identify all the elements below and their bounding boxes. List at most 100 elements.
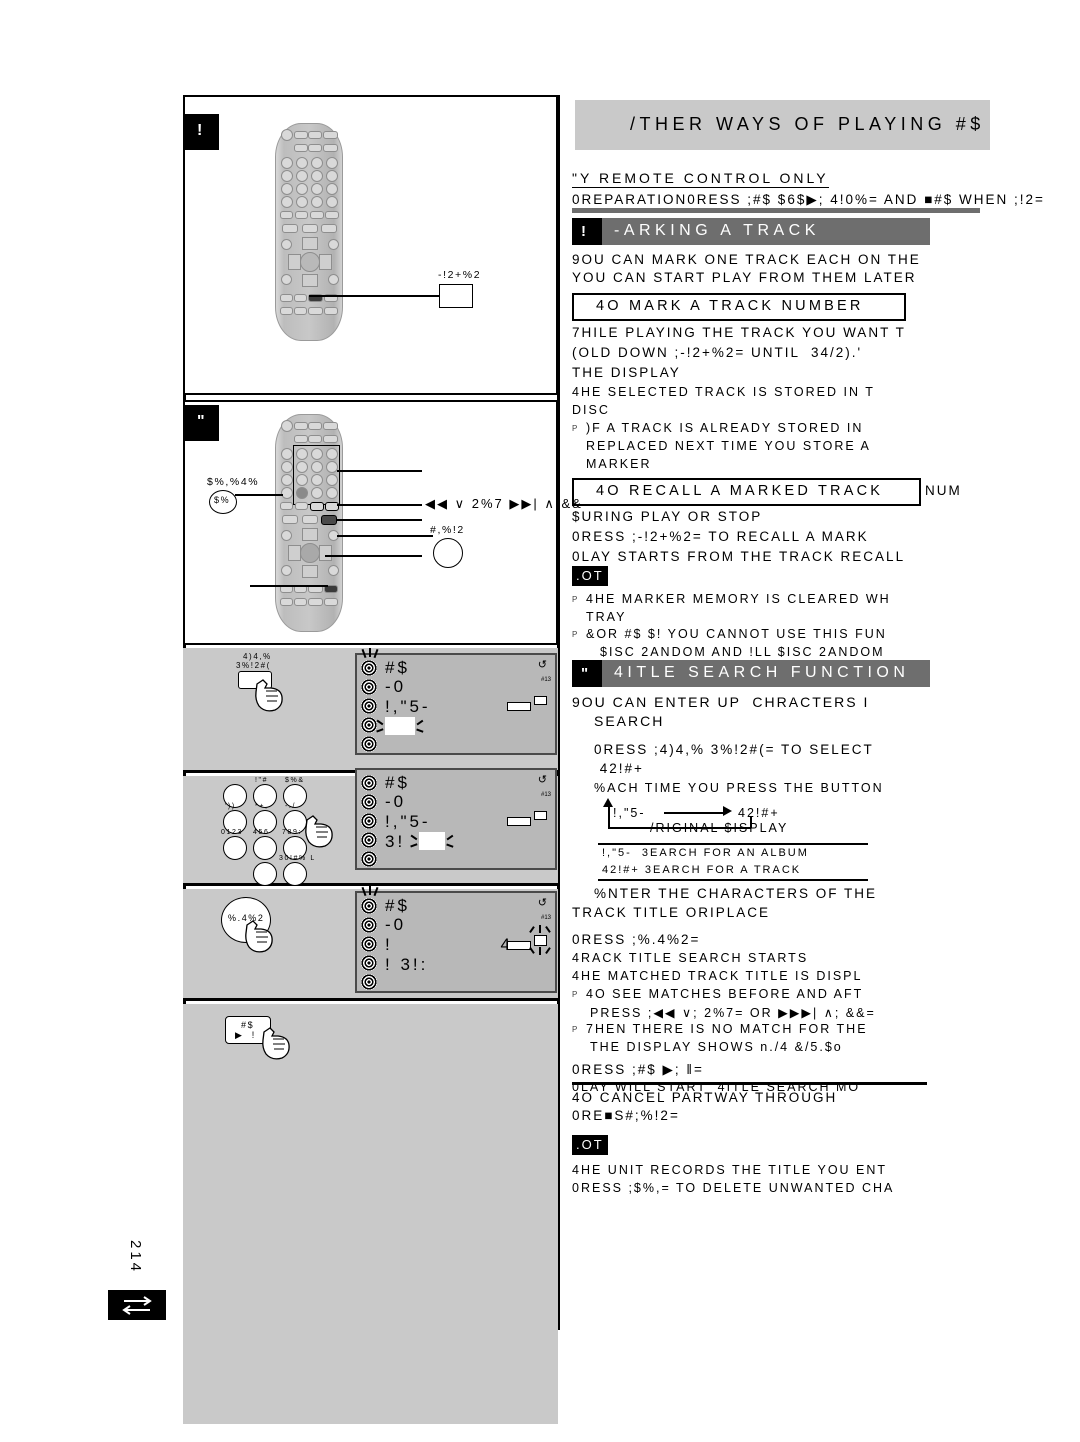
remote-bottom-button[interactable]: [280, 598, 293, 606]
remote-mode-button[interactable]: [308, 435, 322, 443]
remote-nav-up[interactable]: [302, 237, 318, 250]
display-screen: #$ -0 ! ! 3!: 4 ↺ #13: [355, 886, 557, 993]
remote-top-button[interactable]: [308, 422, 322, 430]
remote-function-button[interactable]: [302, 515, 318, 524]
remote-side-button[interactable]: [281, 274, 292, 285]
remote-mode-button[interactable]: [294, 435, 308, 443]
remote-nav-down[interactable]: [302, 274, 318, 287]
display-indicator-icon: [361, 832, 377, 848]
remote-numeric-key[interactable]: [281, 461, 293, 473]
keypad-label: $%&: [285, 777, 305, 784]
remote-numeric-key[interactable]: [281, 183, 293, 195]
page-title: /THER WAYS OF PLAYING #$: [630, 114, 985, 134]
remote-bottom-button[interactable]: [294, 307, 307, 315]
display-line: #$: [385, 658, 410, 677]
remote-top-button[interactable]: [294, 422, 308, 430]
flash-ray-icon: [446, 834, 454, 841]
remote-function-button[interactable]: [280, 502, 293, 510]
remote-numeric-key[interactable]: [311, 461, 323, 473]
remote-numeric-key[interactable]: [296, 461, 308, 473]
remote-function-button[interactable]: [282, 224, 298, 233]
display-indicator-icon: [361, 955, 377, 971]
remote-bottom-button[interactable]: [280, 307, 293, 315]
remote-nav-up[interactable]: [302, 528, 318, 541]
remote-top-button[interactable]: [308, 131, 322, 139]
remote-delete-key[interactable]: [281, 487, 293, 499]
remote-rew-button[interactable]: [310, 502, 324, 511]
remote-numeric-key[interactable]: [296, 170, 308, 182]
keypad-key[interactable]: [253, 836, 277, 860]
flash-ray-icon: [369, 648, 371, 657]
hand-pointer-icon: [305, 815, 333, 848]
remote-power-button[interactable]: [281, 420, 293, 432]
remote-numeric-key[interactable]: [281, 196, 293, 208]
remote-numeric-key[interactable]: [326, 196, 338, 208]
remote-side-button[interactable]: [281, 565, 292, 576]
remote-nav-right[interactable]: [319, 545, 332, 561]
remote-bottom-button[interactable]: [280, 294, 293, 302]
remote-side-button[interactable]: [328, 239, 339, 250]
remote-bottom-button[interactable]: [324, 307, 338, 315]
remote-bottom-button[interactable]: [294, 598, 307, 606]
remote-function-button[interactable]: [325, 211, 339, 219]
remote-mode-button[interactable]: [294, 144, 308, 152]
remote-function-button[interactable]: [280, 211, 293, 219]
remote-numeric-key[interactable]: [296, 474, 308, 486]
remote-side-button[interactable]: [328, 274, 339, 285]
remote-function-button[interactable]: [310, 211, 324, 219]
remote-nav-enter[interactable]: [300, 252, 320, 272]
remote-numeric-key[interactable]: [296, 448, 308, 460]
keypad-key[interactable]: [283, 862, 307, 886]
remote-top-button[interactable]: [323, 131, 338, 139]
remote-nav-right[interactable]: [319, 254, 332, 270]
display-line: #$: [385, 896, 410, 915]
remote-numeric-key[interactable]: [326, 487, 338, 499]
remote-bottom-button[interactable]: [308, 598, 323, 606]
remote-mode-button[interactable]: [308, 144, 322, 152]
remote-function-button[interactable]: [295, 502, 308, 510]
keypad-key[interactable]: [223, 836, 247, 860]
remote-function-button[interactable]: [282, 515, 298, 524]
remote-power-button[interactable]: [281, 129, 293, 141]
remote-numeric-key[interactable]: [281, 474, 293, 486]
remote-numeric-key[interactable]: [296, 183, 308, 195]
step-panel-1: 4)4,% 3%!2#( #$ -0 !,"5- ↺ #13: [183, 648, 558, 773]
delete-callout-label: $%,%4%: [207, 476, 260, 488]
remote-enter-button[interactable]: [300, 543, 320, 563]
remote-top-button[interactable]: [294, 131, 308, 139]
remote-function-button[interactable]: [302, 224, 318, 233]
remote-side-button[interactable]: [328, 565, 339, 576]
remote-mode-button[interactable]: [323, 435, 338, 443]
remote-numeric-key[interactable]: [311, 448, 323, 460]
remote-numeric-key[interactable]: [311, 487, 323, 499]
remote-function-button[interactable]: [321, 224, 337, 233]
remote-side-button[interactable]: [281, 239, 292, 250]
remote-numeric-key[interactable]: [296, 196, 308, 208]
remote-nav-down[interactable]: [302, 565, 318, 578]
remote-side-button[interactable]: [281, 530, 292, 541]
remote-numeric-key[interactable]: [326, 474, 338, 486]
remote-numeric-key[interactable]: [326, 157, 338, 169]
remote-numeric-key[interactable]: [311, 196, 323, 208]
remote-function-button[interactable]: [295, 211, 308, 219]
remote-numeric-key[interactable]: [296, 487, 308, 499]
remote-mode-button[interactable]: [323, 144, 338, 152]
remote-clear-button[interactable]: [321, 515, 337, 525]
remote-numeric-key[interactable]: [311, 474, 323, 486]
remote-numeric-key[interactable]: [281, 170, 293, 182]
remote-numeric-key[interactable]: [311, 170, 323, 182]
remote-numeric-key[interactable]: [281, 448, 293, 460]
remote-numeric-key[interactable]: [311, 183, 323, 195]
keypad-key[interactable]: [253, 862, 277, 886]
remote-numeric-key[interactable]: [296, 157, 308, 169]
remote-numeric-key[interactable]: [281, 157, 293, 169]
remote-numeric-key[interactable]: [326, 170, 338, 182]
remote-numeric-key[interactable]: [311, 157, 323, 169]
remote-top-button[interactable]: [323, 422, 338, 430]
remote-bottom-button[interactable]: [324, 598, 338, 606]
remote-numeric-key[interactable]: [326, 183, 338, 195]
display-line: ! 3!:: [385, 955, 429, 974]
remote-numeric-key[interactable]: [326, 448, 338, 460]
remote-bottom-button[interactable]: [294, 294, 307, 302]
remote-bottom-button[interactable]: [308, 307, 323, 315]
